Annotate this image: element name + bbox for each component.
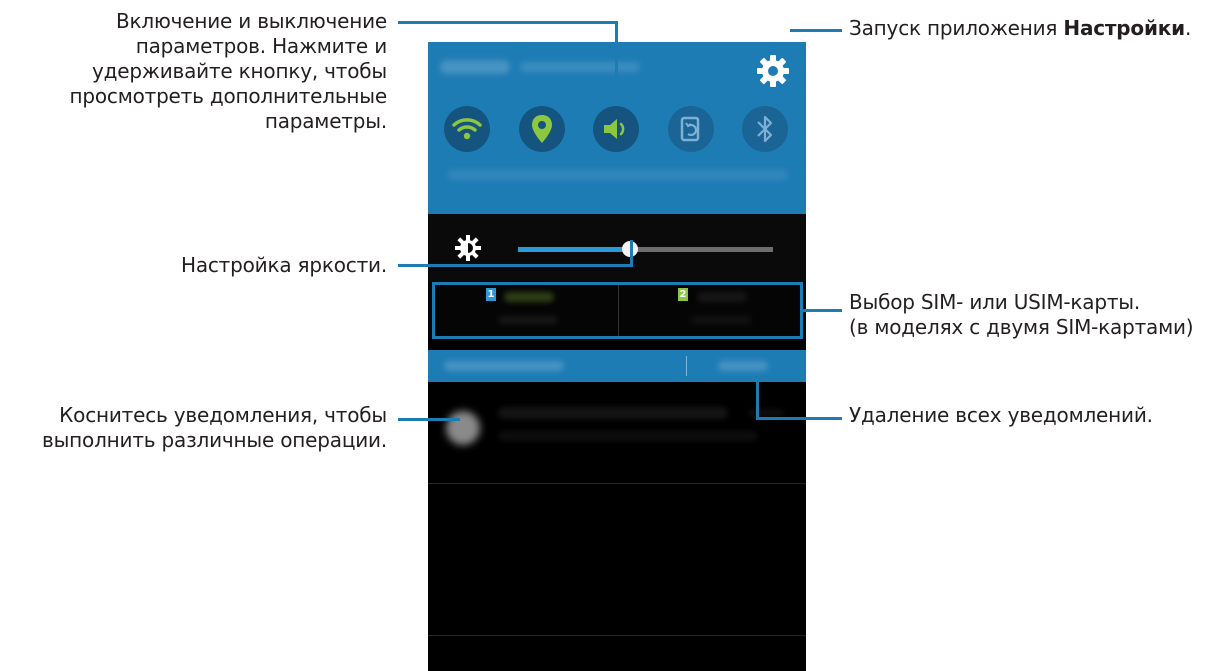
brightness-slider-fill [518, 247, 631, 252]
callout-notification: Коснитесь уведомления, чтобы выполнить р… [42, 403, 387, 453]
callout-toggles-line: параметров. Нажмите и [135, 34, 387, 58]
brightness-leader-line [398, 264, 633, 267]
callout-sim-line: Выбор SIM- или USIM-карты. [849, 290, 1141, 314]
notification-time [748, 409, 784, 417]
callout-toggles-line: просмотреть дополнительные [69, 84, 387, 108]
sim-leader-line [803, 309, 842, 312]
clear-leader-line [756, 378, 759, 420]
callout-sim-line: (в моделях с двумя SIM-картами) [849, 315, 1194, 339]
clear-all-button[interactable] [718, 361, 768, 371]
toggles-leader-line [398, 21, 618, 24]
callout-toggles-line: Включение и выключение [115, 9, 387, 33]
notifications-header [428, 350, 806, 382]
callout-notification-line: Коснитесь уведомления, чтобы [59, 403, 387, 427]
callout-toggles: Включение и выключение параметров. Нажми… [69, 9, 387, 134]
clear-leader-line [756, 417, 842, 420]
callout-toggles-line: параметры. [264, 109, 387, 133]
callout-sim: Выбор SIM- или USIM-карты. (в моделях с … [849, 290, 1194, 340]
notification-title [498, 407, 728, 419]
date-time-area [440, 60, 510, 74]
settings-gear-icon[interactable] [756, 54, 790, 88]
brightness-icon [455, 235, 481, 261]
callout-toggles-line: удерживайте кнопку, чтобы [92, 59, 387, 83]
sim-highlight [432, 282, 803, 339]
toggles-highlight [432, 93, 803, 187]
toggles-leader-line [615, 21, 618, 93]
callout-brightness: Настройка яркости. [181, 253, 387, 278]
notifications-header-title [444, 361, 564, 371]
callout-settings-prefix: Запуск приложения [849, 16, 1064, 40]
callout-clear-text: Удаление всех уведомлений. [849, 403, 1153, 427]
callout-settings-app-name: Настройки [1063, 16, 1185, 40]
callout-clear: Удаление всех уведомлений. [849, 403, 1153, 428]
settings-leader-line [790, 29, 842, 32]
notification-app-icon [446, 411, 480, 445]
brightness-leader-line [630, 240, 633, 267]
callout-settings: Запуск приложения Настройки. [849, 16, 1191, 41]
notification-leader-line [398, 418, 460, 421]
notifications-header-divider [686, 356, 687, 376]
notification-item[interactable] [428, 387, 806, 484]
brightness-panel [428, 207, 806, 285]
panel-divider [428, 635, 806, 636]
callout-notification-line: выполнить различные операции. [42, 428, 387, 452]
callout-brightness-text: Настройка яркости. [180, 253, 387, 277]
notification-text [498, 431, 758, 441]
date-time-area [520, 62, 640, 72]
callout-settings-suffix: . [1184, 16, 1192, 40]
